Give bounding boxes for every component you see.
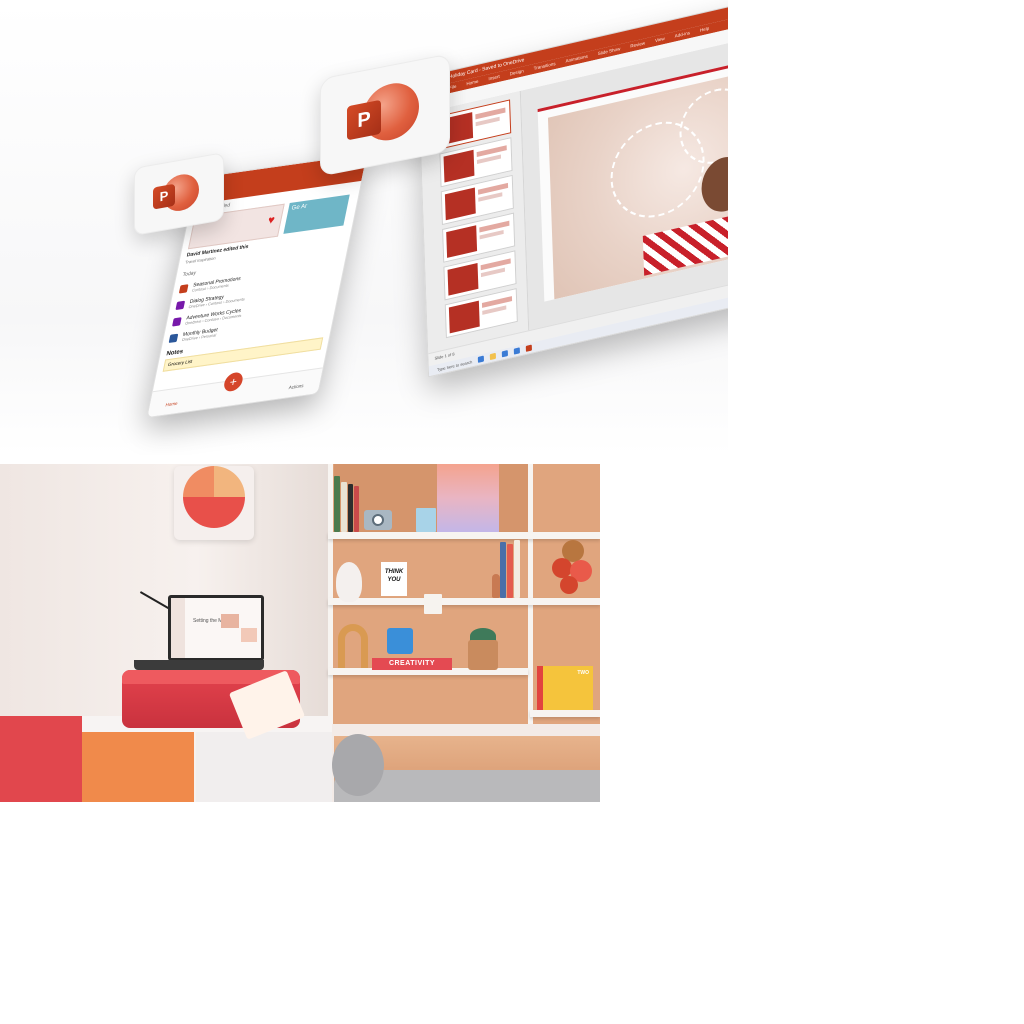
- book: [354, 486, 359, 532]
- word-file-icon: [168, 333, 179, 344]
- mail-icon[interactable]: [514, 347, 521, 355]
- laptop-keyboard-base: [134, 660, 264, 670]
- ribbon-tab[interactable]: File: [449, 82, 457, 94]
- edge-icon[interactable]: [478, 355, 485, 363]
- wall-clock: [174, 466, 254, 540]
- bottom-navigation: Home + Actions: [147, 367, 323, 417]
- bolster-pillow: [332, 734, 384, 796]
- book: [334, 476, 340, 532]
- tag-card: [424, 594, 442, 614]
- book: [507, 544, 513, 598]
- clock-icon: [183, 466, 245, 528]
- wooden-balls: [548, 540, 592, 596]
- gradient-artwork: [437, 464, 499, 532]
- powerpoint-file-icon: [178, 284, 189, 294]
- room-scene-photo: THINK YOU CREATIVITY TWO Setting the Moo…: [0, 464, 600, 802]
- orange-drawer: [82, 732, 194, 802]
- nav-home[interactable]: Home: [165, 401, 178, 408]
- shelf-board: [328, 532, 600, 539]
- folder-icon[interactable]: [490, 352, 497, 361]
- powerpoint-icon[interactable]: [526, 344, 533, 352]
- powerpoint-desktop-window: Holiday Card - Saved to OneDrive File Ho…: [417, 0, 728, 378]
- red-drawer: [0, 716, 82, 802]
- book: [348, 484, 353, 532]
- create-fab-button[interactable]: +: [222, 371, 245, 393]
- calendar-icon: [387, 628, 413, 654]
- plant-pot: [468, 640, 498, 670]
- nav-actions[interactable]: Actions: [288, 383, 304, 390]
- onenote-file-icon: [172, 317, 182, 327]
- snowflake-photo: [547, 41, 728, 300]
- two-book: TWO: [537, 666, 593, 710]
- creativity-block: CREATIVITY: [372, 658, 452, 670]
- shelf-board: [530, 710, 600, 717]
- shelf-board: [328, 598, 600, 605]
- building-figure: [416, 508, 436, 532]
- white-drawer: [196, 732, 332, 802]
- ribbon-tab[interactable]: Help: [700, 24, 710, 36]
- vase: [336, 562, 362, 602]
- powerpoint-devices-promo: Holiday Card - Saved to OneDrive File Ho…: [0, 0, 728, 455]
- camera-icon: [364, 510, 392, 530]
- book: [514, 540, 520, 598]
- store-icon[interactable]: [502, 349, 509, 358]
- onenote-file-icon: [175, 300, 186, 311]
- book: [341, 482, 347, 532]
- think-card: THINK YOU: [381, 562, 407, 596]
- heart-icon: ♥: [266, 213, 276, 228]
- laptop-display: Setting the Mood: [171, 598, 261, 658]
- arch-ornament: [338, 624, 368, 668]
- laptop: Setting the Mood: [168, 595, 264, 661]
- book: [500, 542, 506, 598]
- small-vase: [492, 574, 500, 598]
